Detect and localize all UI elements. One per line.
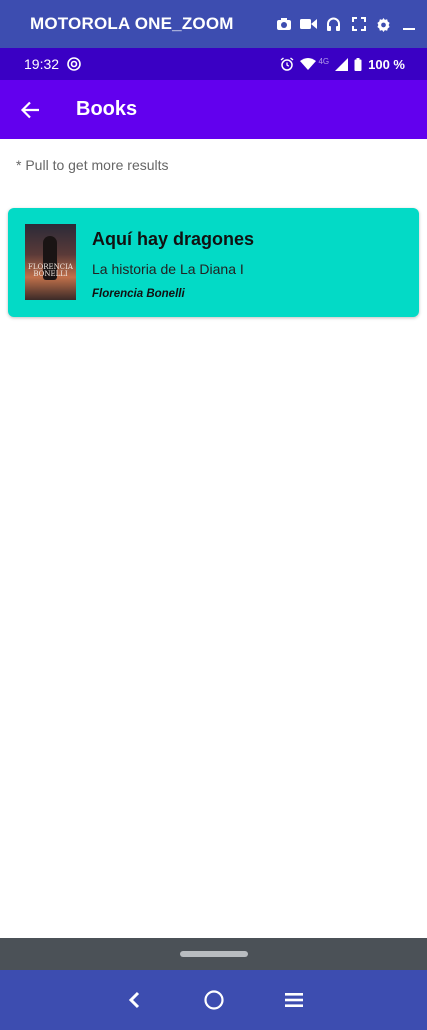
status-left: 19:32 — [24, 56, 280, 72]
page-title: Books — [76, 98, 138, 120]
book-subtitle: La historia de La Diana I — [92, 261, 244, 277]
wifi-icon — [300, 58, 317, 70]
battery-icon — [354, 57, 362, 71]
app-bar: Books — [0, 80, 427, 139]
book-card[interactable]: FLORENCIA BONELLI Aquí hay dragones La h… — [8, 208, 419, 317]
alarm-icon — [280, 57, 294, 71]
pull-hint: * Pull to get more results — [16, 157, 169, 173]
screen: MOTOROLA ONE_ZOOM 19:32 4G 100 % Books *… — [0, 0, 427, 1030]
settings-icon[interactable] — [375, 16, 392, 33]
device-title: MOTOROLA ONE_ZOOM — [30, 14, 234, 33]
cover-text: FLORENCIA BONELLI — [28, 263, 73, 278]
book-author: Florencia Bonelli — [92, 288, 185, 300]
status-time: 19:32 — [24, 56, 60, 72]
circle-home-icon — [203, 990, 224, 1010]
minimize-icon[interactable] — [400, 16, 417, 33]
gesture-bar — [0, 938, 427, 970]
home-gesture-handle[interactable] — [179, 951, 248, 957]
emulator-toolbar: MOTOROLA ONE_ZOOM — [0, 0, 427, 48]
emulator-controls — [275, 16, 417, 33]
status-bar: 19:32 4G 100 % — [0, 48, 427, 80]
battery-level: 100 % — [368, 56, 405, 72]
emulator-navigation — [0, 970, 427, 1030]
back-button[interactable] — [2, 80, 58, 139]
video-icon[interactable] — [300, 16, 317, 33]
nav-home-button[interactable] — [203, 989, 225, 1011]
book-cover: FLORENCIA BONELLI — [25, 224, 76, 300]
headphones-icon[interactable] — [325, 16, 342, 33]
arrow-left-icon — [20, 101, 39, 118]
nav-back-button[interactable] — [123, 989, 145, 1011]
signal-icon — [335, 57, 349, 71]
at-sign-icon — [67, 57, 81, 71]
camera-icon[interactable] — [275, 16, 292, 33]
nav-menu-button[interactable] — [283, 989, 305, 1011]
network-type: 4G — [318, 56, 330, 66]
chevron-left-icon — [128, 991, 139, 1009]
menu-icon — [284, 993, 303, 1007]
book-title: Aquí hay dragones — [92, 229, 255, 249]
fullscreen-icon[interactable] — [350, 16, 367, 33]
status-right: 4G 100 % — [280, 57, 405, 72]
